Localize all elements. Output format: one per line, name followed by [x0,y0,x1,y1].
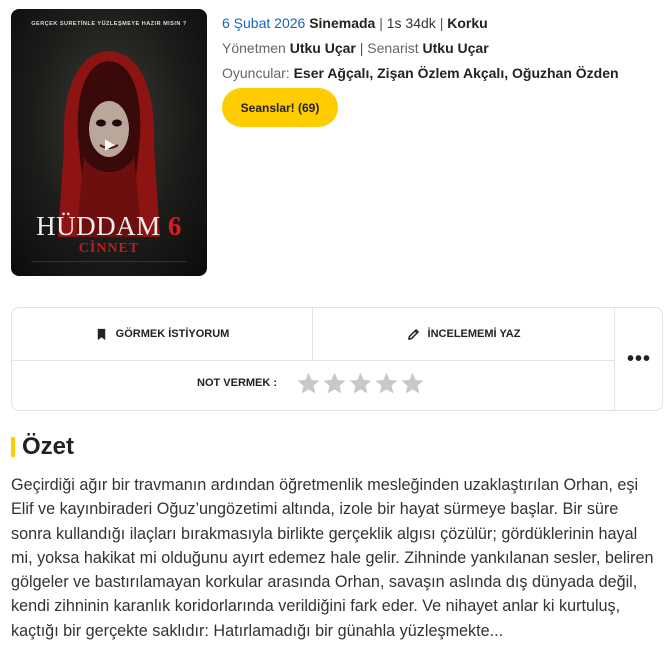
star-icon-5[interactable] [400,371,425,396]
star-icon-4[interactable] [374,371,399,396]
cast-link[interactable]: Zişan Özlem Akçalı [377,65,504,81]
more-options-icon[interactable]: ••• [615,308,663,410]
poster-tagline: GERÇEK SURETİNLE YÜZLEŞMEYE HAZIR MISIN … [31,21,187,27]
separator: | [379,15,383,31]
watchlist-label: GÖRMEK İSTİYORUM [115,328,230,340]
bookmark-icon [97,328,105,340]
poster-title-number: 6 [167,211,182,241]
poster-credits-block [31,261,187,272]
crew-line: Yönetmen Utku Uçar | Senarist Utku Uçar [222,40,489,56]
separator: | [439,15,444,31]
poster-subtitle: CİNNET [78,241,140,256]
release-info-line: 6 Şubat 2026 Sinemada | 1s 34dk | Korku [222,15,488,31]
poster-title-main: HÜDDAM [36,211,161,241]
star-icon-1[interactable] [296,371,321,396]
separator: | [359,40,364,56]
duration: 1s 34dk [386,15,436,31]
write-review-button[interactable]: İNCELEMEMİ YAZ [313,308,614,360]
rating-stars [296,371,425,396]
summary-text: Geçirdiği ağır bir travmanın ardından öğ… [11,476,654,640]
divider [12,360,614,361]
summary-heading: Özet [11,432,74,462]
movie-poster[interactable]: GERÇEK SURETİNLE YÜZLEŞMEYE HAZIR MISIN … [11,9,207,276]
director-link[interactable]: Utku Uçar [290,40,356,56]
play-icon[interactable] [94,130,124,160]
release-date[interactable]: 6 Şubat 2026 [222,15,305,31]
showtimes-button[interactable]: Seanslar! (69) [222,88,338,127]
heading-accent-bar [11,437,15,457]
director-label: Yönetmen [222,40,286,56]
release-status: Sinemada [309,15,376,31]
cast-label: Oyuncular: [222,65,290,81]
summary-title-text: Özet [22,433,75,460]
action-panel: GÖRMEK İSTİYORUM İNCELEMEMİ YAZ ••• NOT … [11,307,663,411]
writer-label: Senarist [367,40,419,56]
pencil-icon [407,328,419,340]
star-icon-3[interactable] [348,371,373,396]
star-icon-2[interactable] [322,371,347,396]
genre-link[interactable]: Korku [447,15,487,31]
rate-label: NOT VERMEK : [197,377,278,389]
write-review-label: İNCELEMEMİ YAZ [427,328,521,340]
poster-title: HÜDDAM 6 [11,211,207,242]
cast-link[interactable]: Oğuzhan Özden [512,65,619,81]
cast-link[interactable]: Eser Ağçalı [294,65,370,81]
writer-link[interactable]: Utku Uçar [423,40,489,56]
watchlist-button[interactable]: GÖRMEK İSTİYORUM [12,308,312,360]
cast-line: Oyuncular: Eser Ağçalı, Zişan Özlem Akça… [222,65,619,81]
